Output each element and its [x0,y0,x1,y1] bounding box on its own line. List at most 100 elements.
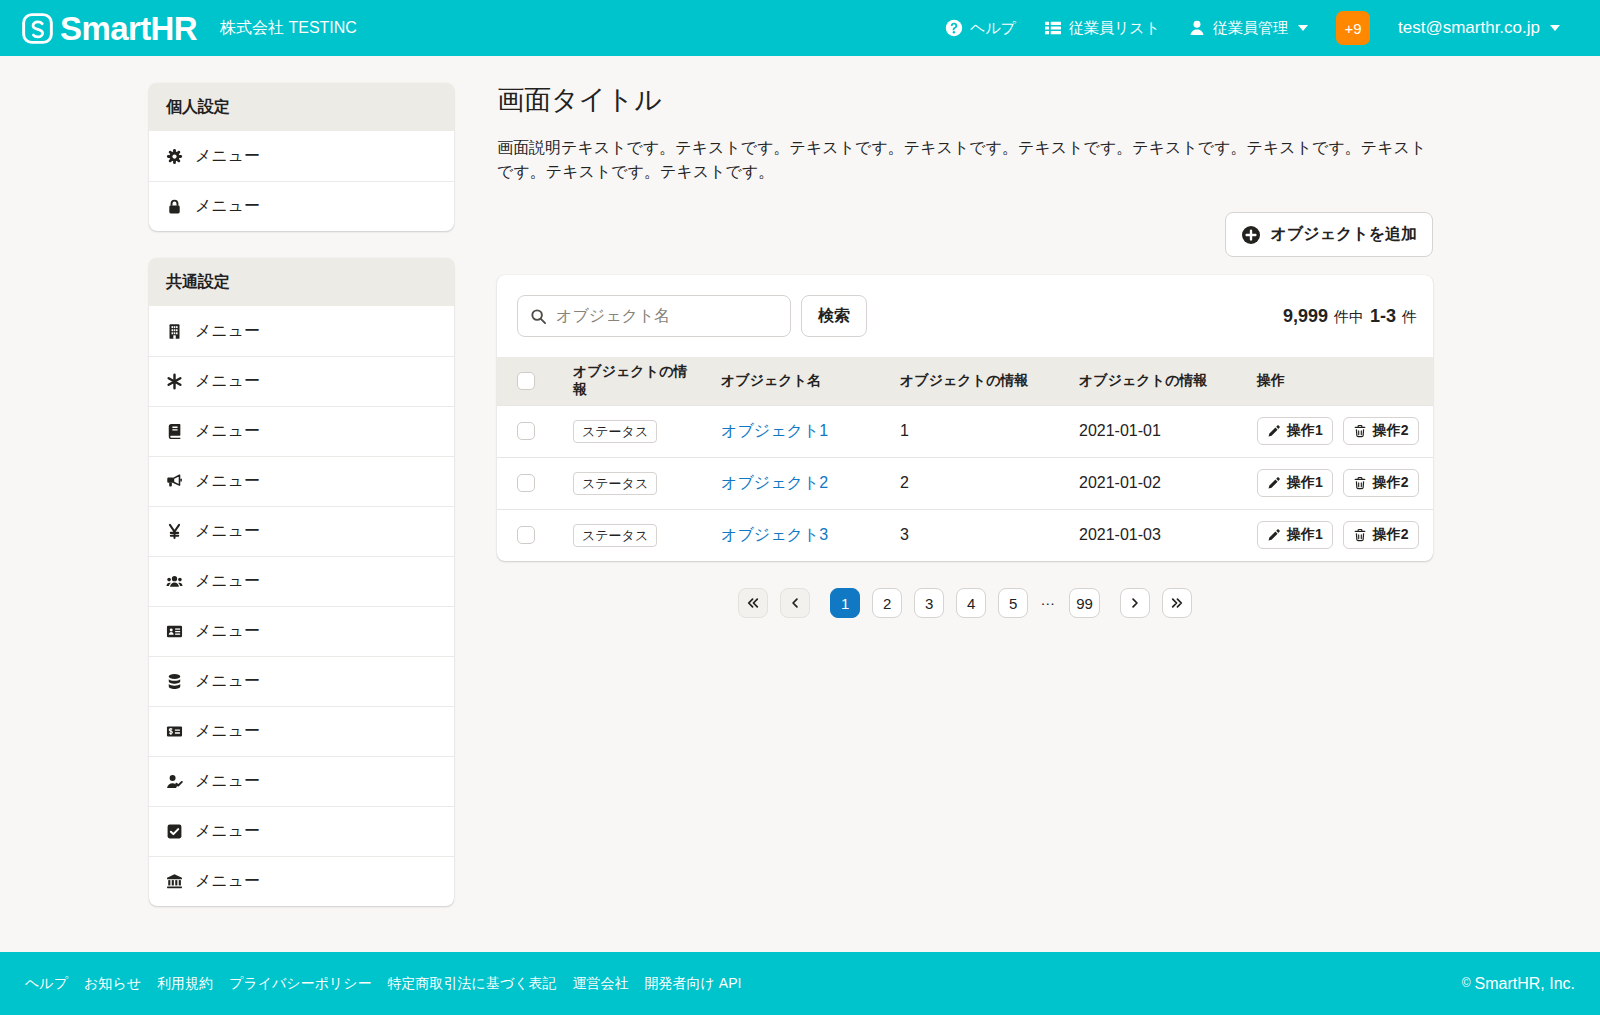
header-nav-help[interactable]: ヘルプ [945,19,1016,38]
pagination-page-current[interactable]: 1 [830,588,860,618]
status-chip: ステータス [573,524,657,547]
pagination-page-4[interactable]: 4 [956,588,986,618]
footer-link-6[interactable]: 運営会社 [573,975,629,993]
pencil-icon [1267,424,1281,438]
row-checkbox[interactable] [517,474,535,492]
row-checkbox[interactable] [517,526,535,544]
object-link[interactable]: オブジェクト3 [721,526,828,543]
sidebar-item-user-check[interactable]: メニュー [149,756,454,806]
table-row: ステータスオブジェクト332021-01-03操作1操作2 [497,509,1433,561]
pagination-last-button[interactable] [1162,588,1192,618]
main-content: 画面タイトル 画面説明テキストです。テキストです。テキストです。テキストです。テ… [497,83,1433,952]
sidebar-group-items: メニューメニュー [149,131,454,231]
sidebar-item-label: メニュー [195,571,260,592]
header-nav-employee-list[interactable]: 従業員リスト [1044,19,1160,38]
sidebar-group-items: メニューメニューメニューメニューメニューメニューメニューメニューメニューメニュー… [149,306,454,906]
column-header-name: オブジェクト名 [701,357,880,405]
pagination-page-2[interactable]: 2 [872,588,902,618]
sidebar-item-lock[interactable]: メニュー [149,181,454,231]
sidebar-item-check-square[interactable]: メニュー [149,806,454,856]
footer-link-4[interactable]: プライバシーポリシー [229,975,372,993]
sidebar-item-label: メニュー [195,671,260,692]
actions-cell: 操作1 操作2 [1237,405,1433,457]
search-icon [530,308,547,325]
sidebar-item-yen[interactable]: メニュー [149,506,454,556]
pagination-page-99[interactable]: 99 [1069,588,1100,618]
object-info-cell: 2 [880,457,1059,509]
row-action-button-1[interactable]: 操作1 [1257,521,1333,549]
pagination-page-5[interactable]: 5 [998,588,1028,618]
status-chip: ステータス [573,420,657,443]
sidebar-item-id-card[interactable]: メニュー [149,606,454,656]
add-object-button[interactable]: オブジェクトを追加 [1225,212,1433,257]
footer-link-2[interactable]: お知らせ [84,975,141,993]
result-count-range: 1-3 [1370,306,1396,327]
caret-down-icon [1298,25,1308,31]
footer-link-1[interactable]: ヘルプ [25,975,68,993]
book-icon [166,423,183,440]
status-cell: ステータス [553,457,701,509]
row-action-button-2[interactable]: 操作2 [1343,521,1419,549]
sidebar-item-database[interactable]: メニュー [149,656,454,706]
footer-link-7[interactable]: 開発者向け API [645,975,742,993]
page-description: 画面説明テキストです。テキストです。テキストです。テキストです。テキストです。テ… [497,136,1433,184]
sidebar-item-label: メニュー [195,871,260,892]
result-count: 9,999 件中 1-3 件 [1283,306,1417,327]
table-row: ステータスオブジェクト222021-01-02操作1操作2 [497,457,1433,509]
header-nav-employee-admin[interactable]: 従業員管理 [1188,19,1308,38]
sidebar-item-label: メニュー [195,621,260,642]
sidebar-group-title: 個人設定 [149,83,454,131]
select-all-checkbox[interactable] [517,372,535,390]
row-action-button-2[interactable]: 操作2 [1343,417,1419,445]
footer-link-3[interactable]: 利用規約 [157,975,213,993]
header-nav-employee-admin-label: 従業員管理 [1213,19,1288,38]
object-link[interactable]: オブジェクト1 [721,422,828,439]
row-action-button-2[interactable]: 操作2 [1343,469,1419,497]
pencil-icon [1267,528,1281,542]
megaphone-icon [166,473,183,490]
checkbox-cell [497,509,553,561]
column-header-info: オブジェクトの情報 [880,357,1059,405]
row-action-button-1[interactable]: 操作1 [1257,469,1333,497]
sidebar-item-gear[interactable]: メニュー [149,131,454,181]
caret-down-icon [1550,25,1560,31]
search-input[interactable] [556,307,778,325]
pagination-page-3[interactable]: 3 [914,588,944,618]
notification-badge[interactable]: +9 [1336,11,1370,45]
sidebar-item-book[interactable]: メニュー [149,406,454,456]
sidebar-item-label: メニュー [195,521,260,542]
checkbox-column-header [497,357,553,405]
sidebar-item-money-check[interactable]: メニュー [149,706,454,756]
add-object-row: オブジェクトを追加 [497,212,1433,257]
app-body: 個人設定メニューメニュー共通設定メニューメニューメニューメニューメニューメニュー… [0,56,1600,952]
database-icon [166,673,183,690]
object-table: オブジェクトの情報 オブジェクト名 オブジェクトの情報 オブジェクトの情報 操作… [497,357,1433,561]
sidebar-item-users[interactable]: メニュー [149,556,454,606]
brand[interactable]: SmartHR [22,12,197,45]
sidebar-item-asterisk[interactable]: メニュー [149,356,454,406]
user-check-icon [166,773,183,790]
row-action-label: 操作2 [1373,474,1409,492]
pagination-next-button[interactable] [1120,588,1150,618]
pagination-first-button[interactable] [738,588,768,618]
search-box [517,295,791,337]
id-card-icon [166,623,183,640]
copyright-mark: © [1462,976,1471,990]
row-action-label: 操作2 [1373,422,1409,440]
row-action-button-1[interactable]: 操作1 [1257,417,1333,445]
row-checkbox[interactable] [517,422,535,440]
object-date-cell: 2021-01-03 [1059,509,1237,561]
actions-cell: 操作1 操作2 [1237,457,1433,509]
user-icon [1188,19,1206,37]
footer-link-5[interactable]: 特定商取引法に基づく表記 [388,975,557,993]
sidebar-item-megaphone[interactable]: メニュー [149,456,454,506]
pagination-prev-button[interactable] [780,588,810,618]
account-menu[interactable]: test@smarthr.co.jp [1398,18,1560,38]
object-link[interactable]: オブジェクト2 [721,474,828,491]
search-button[interactable]: 検索 [801,295,867,337]
sidebar-item-bank[interactable]: メニュー [149,856,454,906]
smarthr-logo-icon [22,13,53,44]
trash-icon [1353,476,1367,490]
lock-icon [166,198,183,215]
sidebar-item-building[interactable]: メニュー [149,306,454,356]
